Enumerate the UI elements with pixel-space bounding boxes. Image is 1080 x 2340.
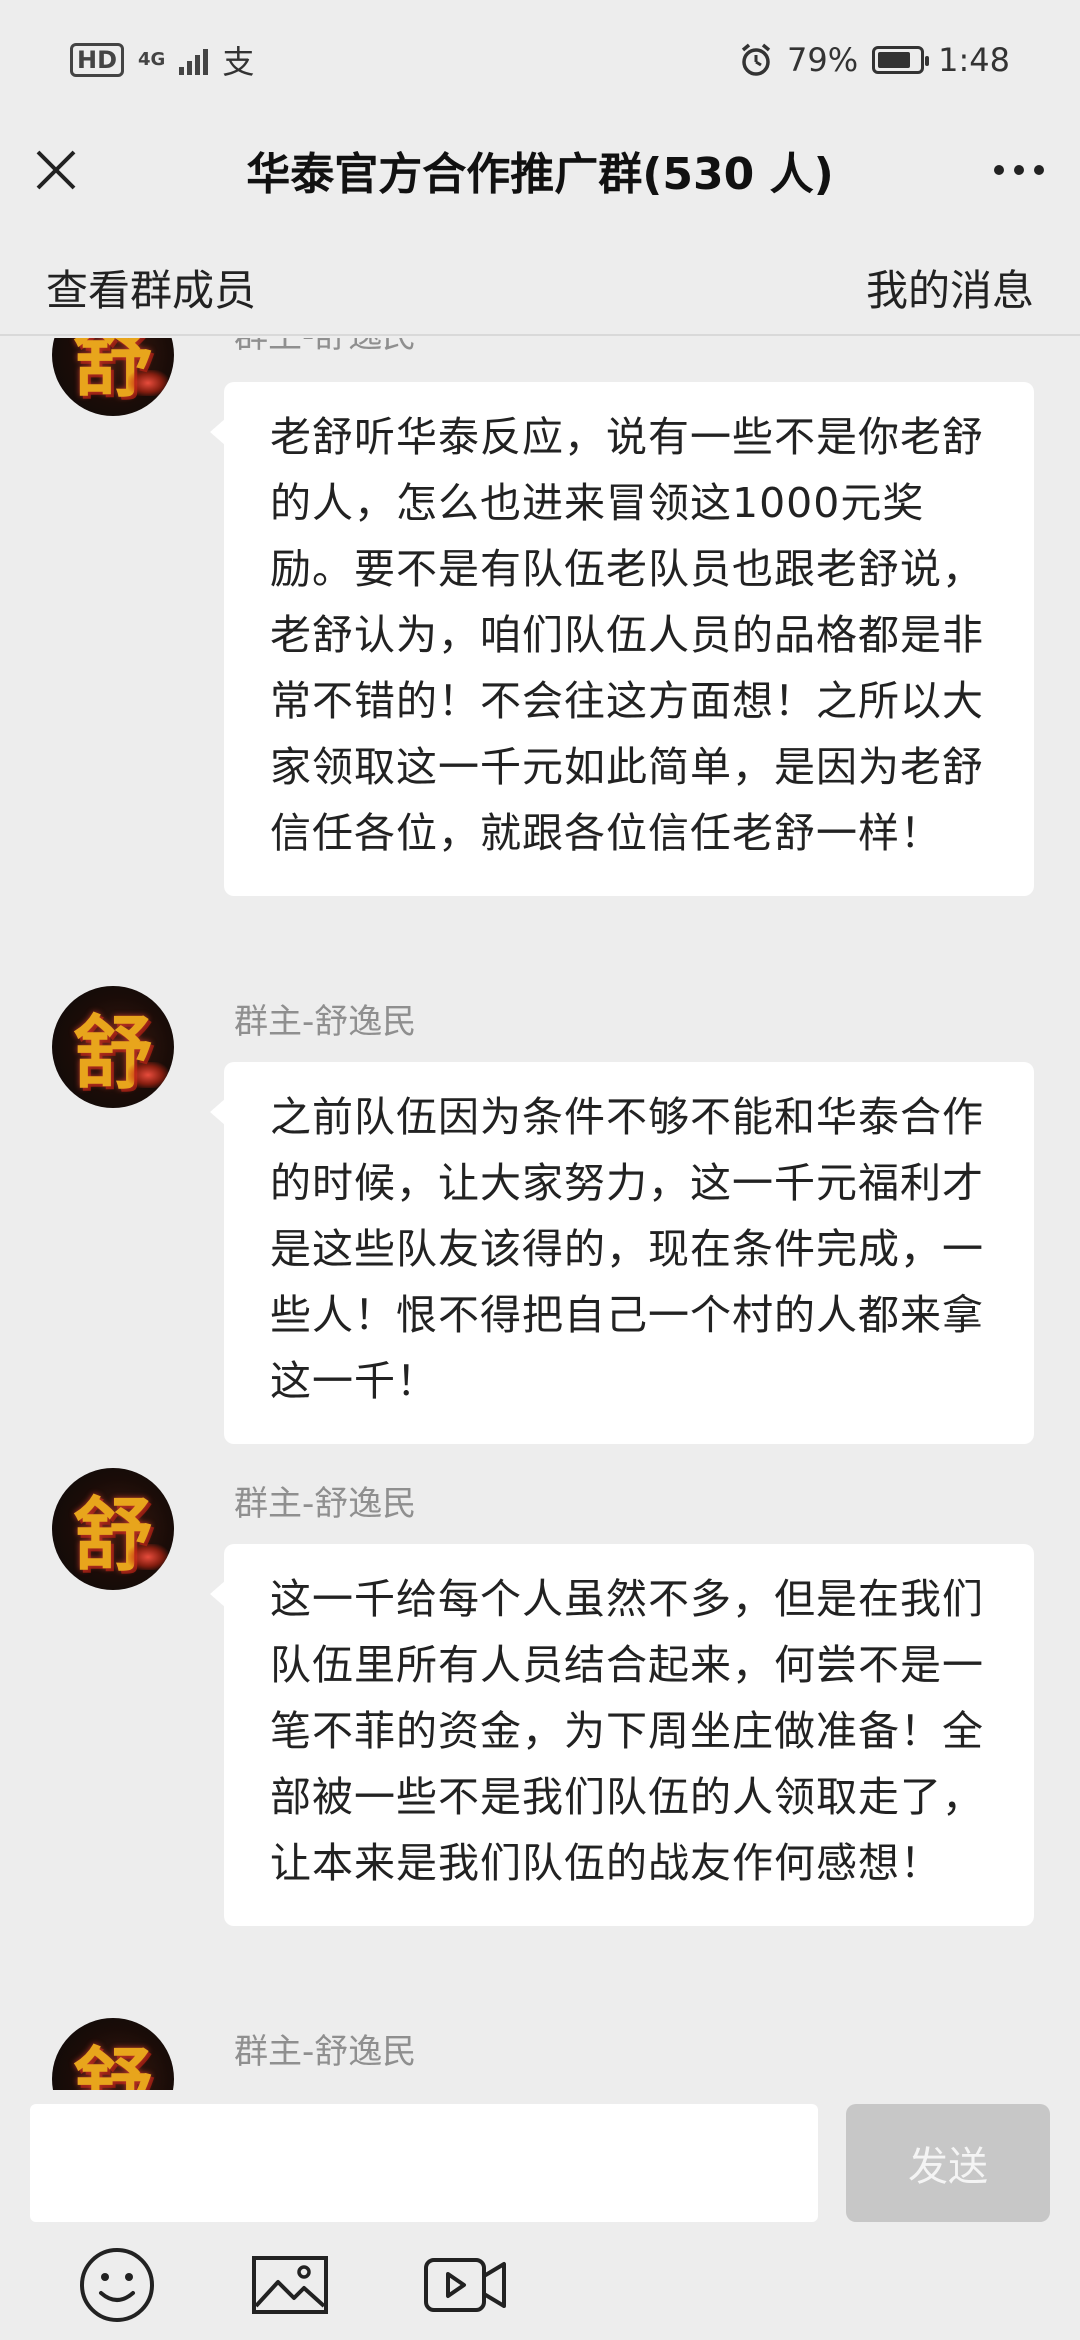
input-bar: 发送 xyxy=(0,2090,1080,2340)
sender-name: 群主-舒逸民 xyxy=(234,338,416,357)
signal-icon xyxy=(179,45,209,75)
title-bar: 华泰官方合作推广群(530 人) xyxy=(0,120,1080,220)
avatar-char: 舒 xyxy=(73,1488,153,1582)
avatar-char: 舒 xyxy=(73,2038,153,2090)
network-label: 4G xyxy=(138,49,166,70)
image-button[interactable] xyxy=(245,2240,335,2330)
page-title: 华泰官方合作推广群(530 人) xyxy=(246,149,834,200)
video-button[interactable] xyxy=(420,2240,510,2330)
message-bubble[interactable]: 老舒听华泰反应，说有一些不是你老舒的人，怎么也进来冒领这1000元奖励。要不是有… xyxy=(210,382,1034,896)
message-bubble[interactable]: 之前队伍因为条件不够不能和华泰合作的时候，让大家努力，这一千元福利才是这些队友该… xyxy=(210,1062,1034,1444)
avatar[interactable]: 舒 xyxy=(52,1468,174,1590)
notification-icon: 支 xyxy=(222,43,255,81)
close-icon[interactable] xyxy=(34,148,78,192)
my-messages-link[interactable]: 我的消息 xyxy=(866,257,1034,318)
avatar-char: 舒 xyxy=(73,1006,153,1100)
message-input[interactable] xyxy=(30,2104,818,2222)
battery-percent: 79% xyxy=(787,41,859,79)
hd-badge: HD xyxy=(70,43,125,77)
flame-decoration xyxy=(128,1062,168,1088)
more-dot-icon xyxy=(994,165,1004,175)
battery-icon xyxy=(872,46,930,74)
send-button[interactable]: 发送 xyxy=(846,2104,1050,2222)
view-members-link[interactable]: 查看群成员 xyxy=(46,257,256,318)
chat-messages[interactable]: 舒 群主-舒逸民 老舒听华泰反应，说有一些不是你老舒的人，怎么也进来冒领这100… xyxy=(0,338,1080,2090)
avatar[interactable]: 舒 xyxy=(52,986,174,1108)
emoji-button[interactable] xyxy=(72,2240,162,2330)
more-dot-icon xyxy=(1014,165,1024,175)
sender-name: 群主-舒逸民 xyxy=(234,2032,417,2072)
emoji-icon[interactable] xyxy=(77,2245,157,2325)
status-left: HD 4G 支 xyxy=(70,37,254,83)
avatar[interactable]: 舒 xyxy=(52,338,174,416)
alarm-icon xyxy=(741,43,771,76)
sub-navigation: 查看群成员 我的消息 xyxy=(0,240,1080,336)
video-icon[interactable] xyxy=(422,2250,508,2320)
status-right: 79% 1:48 xyxy=(739,41,1010,79)
close-button[interactable] xyxy=(26,140,86,200)
avatar[interactable]: 舒 xyxy=(52,2018,174,2090)
more-options-button[interactable] xyxy=(984,140,1054,200)
sender-name: 群主-舒逸民 xyxy=(234,1002,417,1042)
image-icon[interactable] xyxy=(250,2250,330,2320)
more-dot-icon xyxy=(1034,165,1044,175)
flame-decoration xyxy=(128,370,168,396)
message-bubble[interactable]: 这一千给每个人虽然不多，但是在我们队伍里所有人员结合起来，何尝不是一笔不菲的资金… xyxy=(210,1544,1034,1926)
sender-name: 群主-舒逸民 xyxy=(234,1484,417,1524)
clock: 1:48 xyxy=(938,41,1010,79)
status-bar: HD 4G 支 79% 1:48 xyxy=(0,0,1080,120)
flame-decoration xyxy=(128,1544,168,1570)
